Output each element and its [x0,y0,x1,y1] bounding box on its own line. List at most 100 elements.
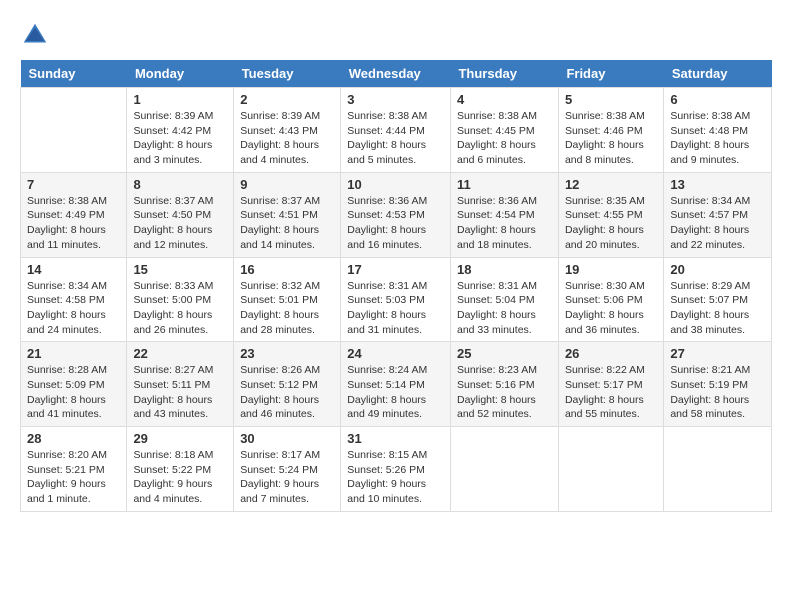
day-info: Sunrise: 8:37 AM Sunset: 4:51 PM Dayligh… [240,194,334,253]
calendar-cell [450,427,558,512]
calendar-week-row: 1 Sunrise: 8:39 AM Sunset: 4:42 PM Daylig… [21,88,772,173]
day-number: 27 [670,346,765,361]
calendar-header-thursday: Thursday [450,60,558,88]
day-info: Sunrise: 8:22 AM Sunset: 5:17 PM Dayligh… [565,363,657,422]
day-info: Sunrise: 8:34 AM Sunset: 4:58 PM Dayligh… [27,279,120,338]
day-info: Sunrise: 8:23 AM Sunset: 5:16 PM Dayligh… [457,363,552,422]
day-info: Sunrise: 8:20 AM Sunset: 5:21 PM Dayligh… [27,448,120,507]
calendar-cell: 7 Sunrise: 8:38 AM Sunset: 4:49 PM Daylig… [21,172,127,257]
day-number: 25 [457,346,552,361]
page-header [20,20,772,50]
day-info: Sunrise: 8:29 AM Sunset: 5:07 PM Dayligh… [670,279,765,338]
calendar-cell: 16 Sunrise: 8:32 AM Sunset: 5:01 PM Dayli… [234,257,341,342]
day-number: 6 [670,92,765,107]
calendar-cell: 31 Sunrise: 8:15 AM Sunset: 5:26 PM Dayli… [341,427,451,512]
calendar-cell: 29 Sunrise: 8:18 AM Sunset: 5:22 PM Dayli… [127,427,234,512]
calendar-week-row: 7 Sunrise: 8:38 AM Sunset: 4:49 PM Daylig… [21,172,772,257]
calendar-header-saturday: Saturday [664,60,772,88]
day-number: 16 [240,262,334,277]
calendar-cell: 8 Sunrise: 8:37 AM Sunset: 4:50 PM Daylig… [127,172,234,257]
day-info: Sunrise: 8:32 AM Sunset: 5:01 PM Dayligh… [240,279,334,338]
day-info: Sunrise: 8:15 AM Sunset: 5:26 PM Dayligh… [347,448,444,507]
day-info: Sunrise: 8:37 AM Sunset: 4:50 PM Dayligh… [133,194,227,253]
calendar-cell: 23 Sunrise: 8:26 AM Sunset: 5:12 PM Dayli… [234,342,341,427]
calendar-table: SundayMondayTuesdayWednesdayThursdayFrid… [20,60,772,512]
day-number: 13 [670,177,765,192]
calendar-cell: 22 Sunrise: 8:27 AM Sunset: 5:11 PM Dayli… [127,342,234,427]
day-number: 19 [565,262,657,277]
day-info: Sunrise: 8:38 AM Sunset: 4:45 PM Dayligh… [457,109,552,168]
day-info: Sunrise: 8:21 AM Sunset: 5:19 PM Dayligh… [670,363,765,422]
day-info: Sunrise: 8:36 AM Sunset: 4:54 PM Dayligh… [457,194,552,253]
day-number: 10 [347,177,444,192]
day-info: Sunrise: 8:38 AM Sunset: 4:46 PM Dayligh… [565,109,657,168]
day-info: Sunrise: 8:38 AM Sunset: 4:49 PM Dayligh… [27,194,120,253]
calendar-cell: 10Sunrise: 8:36 AM Sunset: 4:53 PM Dayli… [341,172,451,257]
calendar-cell [558,427,663,512]
calendar-week-row: 28 Sunrise: 8:20 AM Sunset: 5:21 PM Dayli… [21,427,772,512]
day-number: 18 [457,262,552,277]
calendar-cell: 15 Sunrise: 8:33 AM Sunset: 5:00 PM Dayli… [127,257,234,342]
calendar-cell: 13 Sunrise: 8:34 AM Sunset: 4:57 PM Dayli… [664,172,772,257]
calendar-header-row: SundayMondayTuesdayWednesdayThursdayFrid… [21,60,772,88]
calendar-cell: 2Sunrise: 8:39 AM Sunset: 4:43 PM Daylig… [234,88,341,173]
calendar-cell: 19Sunrise: 8:30 AM Sunset: 5:06 PM Dayli… [558,257,663,342]
calendar-week-row: 21 Sunrise: 8:28 AM Sunset: 5:09 PM Dayli… [21,342,772,427]
day-number: 8 [133,177,227,192]
day-number: 9 [240,177,334,192]
day-number: 12 [565,177,657,192]
day-number: 21 [27,346,120,361]
day-number: 20 [670,262,765,277]
day-number: 23 [240,346,334,361]
day-info: Sunrise: 8:35 AM Sunset: 4:55 PM Dayligh… [565,194,657,253]
day-number: 30 [240,431,334,446]
calendar-header-monday: Monday [127,60,234,88]
day-number: 7 [27,177,120,192]
day-info: Sunrise: 8:39 AM Sunset: 4:42 PM Dayligh… [133,109,227,168]
calendar-header-tuesday: Tuesday [234,60,341,88]
calendar-cell: 3 Sunrise: 8:38 AM Sunset: 4:44 PM Daylig… [341,88,451,173]
day-info: Sunrise: 8:33 AM Sunset: 5:00 PM Dayligh… [133,279,227,338]
calendar-cell: 4 Sunrise: 8:38 AM Sunset: 4:45 PM Daylig… [450,88,558,173]
day-number: 14 [27,262,120,277]
calendar-cell: 1 Sunrise: 8:39 AM Sunset: 4:42 PM Daylig… [127,88,234,173]
day-number: 5 [565,92,657,107]
day-info: Sunrise: 8:24 AM Sunset: 5:14 PM Dayligh… [347,363,444,422]
day-number: 24 [347,346,444,361]
calendar-cell: 14 Sunrise: 8:34 AM Sunset: 4:58 PM Dayli… [21,257,127,342]
logo [20,20,54,50]
calendar-header-wednesday: Wednesday [341,60,451,88]
calendar-cell: 24 Sunrise: 8:24 AM Sunset: 5:14 PM Dayli… [341,342,451,427]
calendar-cell: 6 Sunrise: 8:38 AM Sunset: 4:48 PM Daylig… [664,88,772,173]
calendar-cell: 5 Sunrise: 8:38 AM Sunset: 4:46 PM Daylig… [558,88,663,173]
calendar-cell: 9 Sunrise: 8:37 AM Sunset: 4:51 PM Daylig… [234,172,341,257]
day-info: Sunrise: 8:38 AM Sunset: 4:44 PM Dayligh… [347,109,444,168]
day-number: 4 [457,92,552,107]
calendar-cell: 11Sunrise: 8:36 AM Sunset: 4:54 PM Dayli… [450,172,558,257]
day-info: Sunrise: 8:34 AM Sunset: 4:57 PM Dayligh… [670,194,765,253]
day-number: 31 [347,431,444,446]
calendar-cell: 30 Sunrise: 8:17 AM Sunset: 5:24 PM Dayli… [234,427,341,512]
calendar-cell: 28 Sunrise: 8:20 AM Sunset: 5:21 PM Dayli… [21,427,127,512]
calendar-cell: 21 Sunrise: 8:28 AM Sunset: 5:09 PM Dayli… [21,342,127,427]
day-number: 1 [133,92,227,107]
day-info: Sunrise: 8:31 AM Sunset: 5:03 PM Dayligh… [347,279,444,338]
day-info: Sunrise: 8:28 AM Sunset: 5:09 PM Dayligh… [27,363,120,422]
day-info: Sunrise: 8:38 AM Sunset: 4:48 PM Dayligh… [670,109,765,168]
day-info: Sunrise: 8:27 AM Sunset: 5:11 PM Dayligh… [133,363,227,422]
day-number: 22 [133,346,227,361]
calendar-header-friday: Friday [558,60,663,88]
calendar-header-sunday: Sunday [21,60,127,88]
day-number: 15 [133,262,227,277]
calendar-cell [664,427,772,512]
calendar-cell: 27 Sunrise: 8:21 AM Sunset: 5:19 PM Dayli… [664,342,772,427]
calendar-cell: 18Sunrise: 8:31 AM Sunset: 5:04 PM Dayli… [450,257,558,342]
day-info: Sunrise: 8:26 AM Sunset: 5:12 PM Dayligh… [240,363,334,422]
calendar-cell: 26Sunrise: 8:22 AM Sunset: 5:17 PM Dayli… [558,342,663,427]
day-info: Sunrise: 8:18 AM Sunset: 5:22 PM Dayligh… [133,448,227,507]
day-info: Sunrise: 8:17 AM Sunset: 5:24 PM Dayligh… [240,448,334,507]
day-number: 29 [133,431,227,446]
day-number: 3 [347,92,444,107]
day-info: Sunrise: 8:39 AM Sunset: 4:43 PM Dayligh… [240,109,334,168]
day-number: 28 [27,431,120,446]
